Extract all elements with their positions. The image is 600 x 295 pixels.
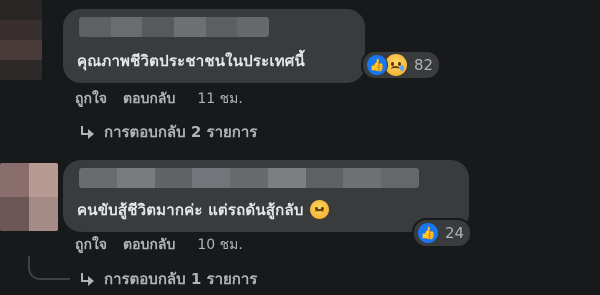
comment-bubble: คุณภาพชีวิตประชาชนในประเทศนี้ [63, 9, 365, 83]
comment-actions: ถูกใจ ตอบกลับ 11 ชม. [75, 88, 243, 110]
comment-thread: คุณภาพชีวิตประชาชนในประเทศนี้ 👍 82 ถูกใจ… [0, 0, 600, 295]
reply-arrow-icon [80, 126, 94, 139]
like-button[interactable]: ถูกใจ [75, 234, 107, 256]
sad-face-emoji-icon [309, 200, 329, 219]
comment-text-content: คนขับสู้ชีวิตมากค่ะ แต่รถดันสู้กลับ [77, 201, 304, 219]
thread-connector-line [28, 256, 70, 280]
reaction-summary[interactable]: 👍 24 [414, 220, 471, 246]
reaction-count: 24 [445, 224, 465, 242]
timestamp[interactable]: 11 ชม. [197, 88, 242, 110]
like-icon: 👍 [417, 222, 439, 244]
reaction-summary[interactable]: 👍 82 [363, 52, 440, 78]
comment-bubble: คนขับสู้ชีวิตมากค่ะ แต่รถดันสู้กลับ [63, 160, 469, 232]
replies-label: การตอบกลับ 1 รายการ [104, 270, 258, 288]
view-replies-link[interactable]: การตอบกลับ 2 รายการ [80, 120, 257, 144]
reply-arrow-icon [80, 273, 94, 286]
view-replies-link[interactable]: การตอบกลับ 1 รายการ [80, 267, 257, 291]
reaction-count: 82 [414, 56, 434, 74]
avatar[interactable] [0, 163, 58, 231]
avatar[interactable] [0, 0, 42, 80]
like-button[interactable]: ถูกใจ [75, 88, 107, 110]
author-name-redacted[interactable] [79, 17, 269, 37]
author-name-redacted[interactable] [79, 168, 419, 188]
comment-text: คุณภาพชีวิตประชาชนในประเทศนี้ [77, 52, 305, 70]
reply-button[interactable]: ตอบกลับ [123, 234, 175, 256]
reply-button[interactable]: ตอบกลับ [123, 88, 175, 110]
timestamp[interactable]: 10 ชม. [197, 234, 242, 256]
like-icon: 👍 [366, 54, 388, 76]
replies-label: การตอบกลับ 2 รายการ [104, 123, 258, 141]
comment-actions: ถูกใจ ตอบกลับ 10 ชม. [75, 234, 243, 256]
comment-text: คนขับสู้ชีวิตมากค่ะ แต่รถดันสู้กลับ [77, 198, 329, 222]
